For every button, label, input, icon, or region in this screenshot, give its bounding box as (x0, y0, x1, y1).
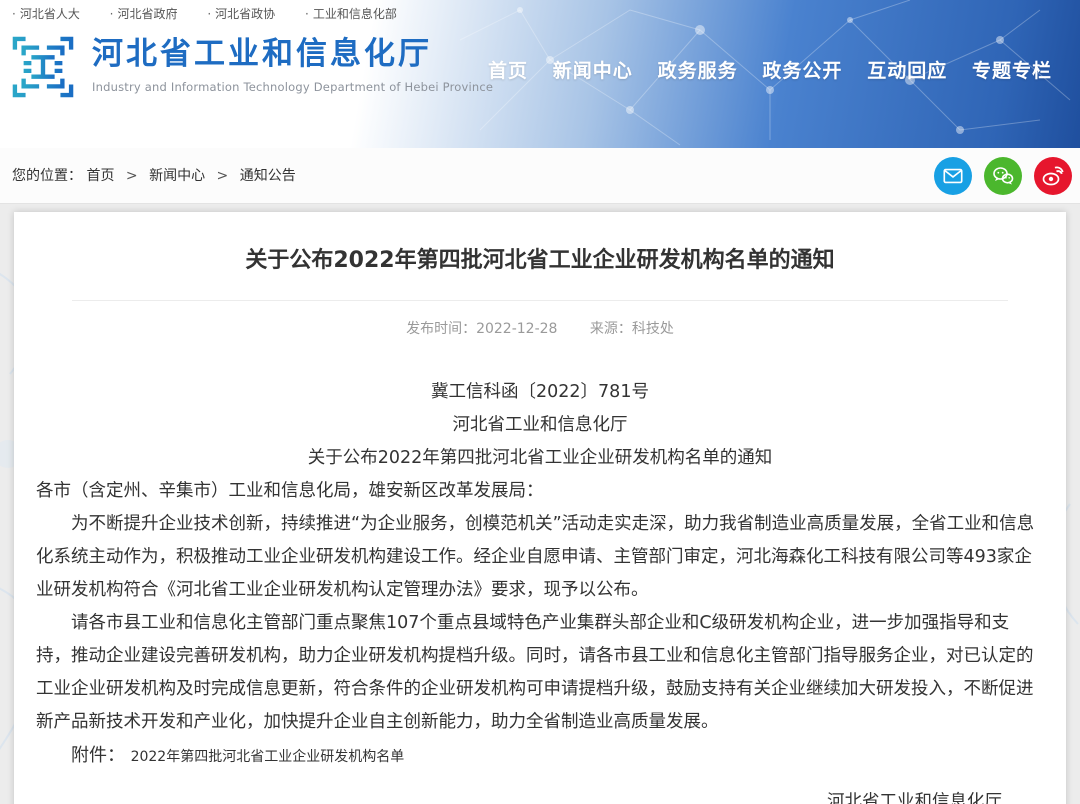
doc-issuer: 河北省工业和信息化厅 (36, 409, 1044, 442)
title-divider (72, 300, 1008, 301)
top-link-miit[interactable]: ·工业和信息化部 (305, 7, 397, 21)
breadcrumb: 您的位置： 首页 > 新闻中心 > 通知公告 (12, 148, 296, 204)
bullet-icon: · (110, 7, 114, 21)
bullet-icon: · (207, 7, 211, 21)
breadcrumb-item-home[interactable]: 首页 (86, 168, 114, 184)
doc-signature: 河北省工业和信息化厅 (36, 786, 1044, 804)
source: 来源：科技处 (590, 321, 674, 337)
breadcrumb-label: 您的位置： (12, 168, 82, 184)
content-area: 关于公布2022年第四批河北省工业企业研发机构名单的通知 发布时间：2022-1… (0, 204, 1080, 804)
top-link-zhengfu[interactable]: ·河北省政府 (110, 7, 178, 21)
nav-item-interaction[interactable]: 互动回应 (867, 56, 947, 83)
publish-date: 发布时间：2022-12-28 (406, 321, 557, 337)
article-card: 关于公布2022年第四批河北省工业企业研发机构名单的通知 发布时间：2022-1… (14, 212, 1066, 804)
weibo-icon[interactable] (1034, 157, 1072, 195)
bullet-icon: · (305, 7, 309, 21)
site-subtitle: Industry and Information Technology Depa… (92, 80, 493, 94)
nav-item-disclosure[interactable]: 政务公开 (762, 56, 842, 83)
share-buttons (934, 157, 1072, 195)
mail-icon[interactable] (934, 157, 972, 195)
breadcrumb-separator: > (217, 168, 229, 184)
site-title: 河北省工业和信息化厅 (92, 36, 493, 72)
doc-salutation: 各市（含定州、辛集市）工业和信息化局，雄安新区改革发展局： (36, 475, 1044, 508)
nav-item-news[interactable]: 新闻中心 (553, 56, 633, 83)
site-brand[interactable]: 河北省工业和信息化厅 Industry and Information Tech… (12, 36, 493, 98)
doc-paragraph: 请各市县工业和信息化主管部门重点聚焦107个重点县域特色产业集群头部企业和C级研… (36, 607, 1044, 739)
top-link-zhengxie[interactable]: ·河北省政协 (207, 7, 275, 21)
attachment-line: 附件： 2022年第四批河北省工业企业研发机构名单 (36, 739, 1044, 774)
doc-number: 冀工信科函〔2022〕781号 (36, 376, 1044, 409)
top-link-renda[interactable]: ·河北省人大 (12, 7, 80, 21)
article-title: 关于公布2022年第四批河北省工业企业研发机构名单的通知 (36, 246, 1044, 276)
nav-item-services[interactable]: 政务服务 (658, 56, 738, 83)
breadcrumb-item-notices[interactable]: 通知公告 (240, 168, 296, 184)
header-banner: ·河北省人大 ·河北省政府 ·河北省政协 ·工业和信息化部 河北省工业和信息化厅… (0, 0, 1080, 148)
department-logo-icon (12, 36, 74, 98)
breadcrumb-separator: > (126, 168, 138, 184)
nav-item-topics[interactable]: 专题专栏 (972, 56, 1052, 83)
top-links-bar: ·河北省人大 ·河北省政府 ·河北省政协 ·工业和信息化部 (0, 0, 1080, 28)
main-nav: 首页 新闻中心 政务服务 政务公开 互动回应 专题专栏 (488, 56, 1052, 83)
breadcrumb-bar: 您的位置： 首页 > 新闻中心 > 通知公告 (0, 148, 1080, 204)
bullet-icon: · (12, 7, 16, 21)
breadcrumb-item-news[interactable]: 新闻中心 (149, 168, 205, 184)
attachment-link[interactable]: 2022年第四批河北省工业企业研发机构名单 (131, 749, 405, 765)
doc-title: 关于公布2022年第四批河北省工业企业研发机构名单的通知 (36, 442, 1044, 475)
attachment-label: 附件： (71, 745, 125, 766)
wechat-icon[interactable] (984, 157, 1022, 195)
article-meta: 发布时间：2022-12-28 来源：科技处 (36, 318, 1044, 338)
nav-item-home[interactable]: 首页 (488, 56, 528, 83)
doc-paragraph: 为不断提升企业技术创新，持续推进“为企业服务，创模范机关”活动走实走深，助力我省… (36, 508, 1044, 607)
document-body: 冀工信科函〔2022〕781号 河北省工业和信息化厅 关于公布2022年第四批河… (36, 376, 1044, 804)
